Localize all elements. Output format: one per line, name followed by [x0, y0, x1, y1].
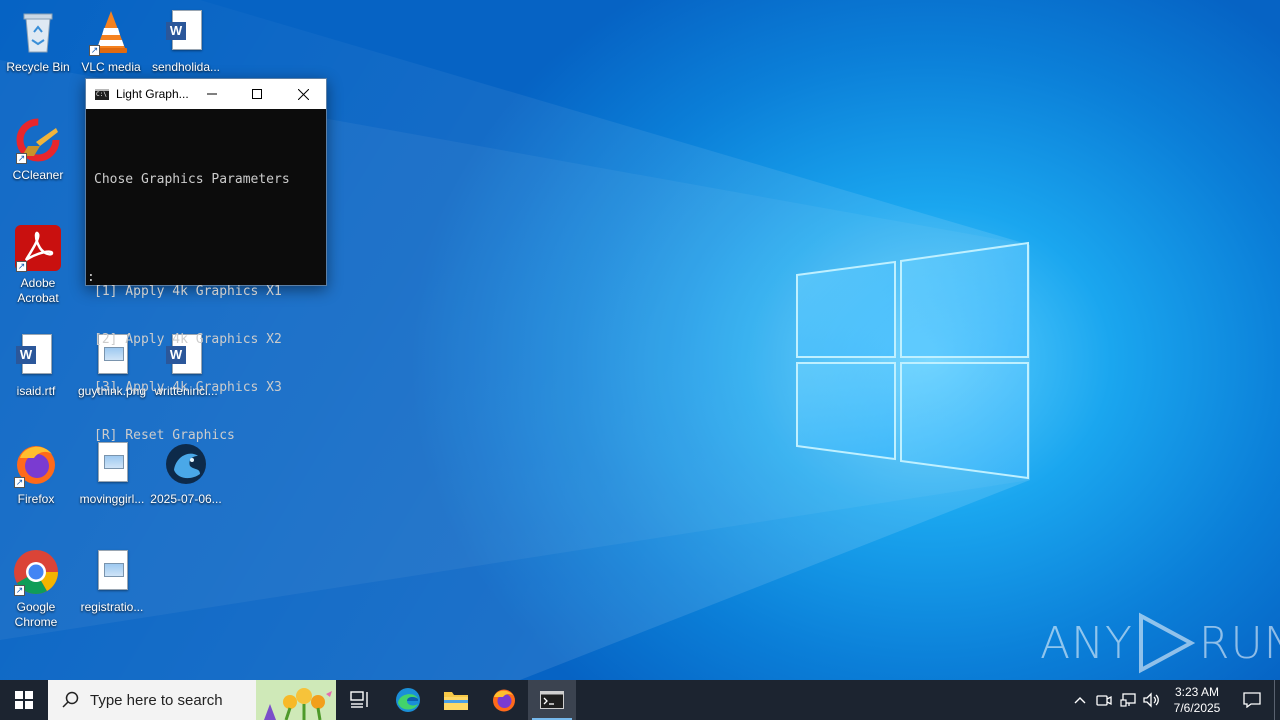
shortcut-arrow-icon: ↗	[16, 261, 27, 272]
console-output[interactable]: Chose Graphics Parameters [1] Apply 4k G…	[86, 109, 326, 443]
date-file-label: 2025-07-06...	[150, 492, 222, 506]
taskbar-file-explorer-button[interactable]	[432, 680, 480, 720]
close-icon	[297, 88, 309, 100]
camera-icon	[1096, 695, 1112, 706]
search-icon	[62, 691, 79, 708]
clock-date: 7/6/2025	[1173, 701, 1221, 715]
desktop-icon-isaid[interactable]: W isaid.rtf	[0, 332, 74, 399]
console-option-1: [1] Apply 4k Graphics X1	[94, 284, 282, 299]
shortcut-arrow-icon: ↗	[14, 477, 25, 488]
network-icon	[1120, 693, 1136, 707]
action-center-button[interactable]	[1230, 680, 1274, 720]
adobe-label: Adobe Acrobat	[17, 276, 59, 305]
maximize-icon	[252, 89, 263, 99]
clock-time: 3:23 AM	[1174, 685, 1220, 699]
taskbar-firefox-button[interactable]	[480, 680, 528, 720]
sendholiday-label: sendholida...	[151, 60, 221, 74]
console-icon	[540, 691, 564, 709]
close-button[interactable]	[280, 79, 326, 109]
console-app-icon: C:\	[95, 88, 109, 100]
image-file-icon	[88, 548, 136, 596]
edge-icon	[396, 688, 420, 712]
shortcut-arrow-icon: ↗	[89, 45, 100, 56]
desktop-icon-recycle-bin[interactable]: Recycle Bin	[0, 8, 76, 75]
maximize-button[interactable]	[234, 79, 280, 109]
desktop-icon-google-chrome[interactable]: ↗ Google Chrome	[0, 548, 74, 630]
notification-icon	[1243, 692, 1261, 708]
movinggirl-label: movinggirl...	[79, 492, 145, 506]
search-placeholder: Type here to search	[90, 691, 223, 709]
taskbar: Type here to search 3:23 AM 7/6/2025	[0, 680, 1280, 720]
desktop-icon-ccleaner[interactable]: ↗ CCleaner	[0, 116, 76, 183]
isaid-label: isaid.rtf	[16, 384, 56, 398]
speaker-icon	[1143, 692, 1159, 708]
desktop-icon-adobe-acrobat[interactable]: ↗ Adobe Acrobat	[0, 224, 76, 306]
vlc-cone-icon: ↗	[87, 8, 135, 56]
show-desktop-button[interactable]	[1274, 680, 1280, 720]
taskbar-clock[interactable]: 3:23 AM 7/6/2025	[1164, 684, 1230, 716]
chrome-icon: ↗	[12, 548, 60, 596]
meet-now-button[interactable]	[1092, 680, 1116, 720]
console-option-3: [3] Apply 4k Graphics X3	[94, 380, 282, 395]
console-prompt: :	[87, 270, 95, 285]
taskbar-edge-button[interactable]	[384, 680, 432, 720]
console-titlebar[interactable]: C:\ Light Graph...	[86, 79, 326, 109]
chrome-label: Google Chrome	[14, 600, 58, 629]
start-button[interactable]	[0, 680, 48, 720]
word-document-icon: W	[162, 8, 210, 56]
play-triangle-icon	[1138, 612, 1196, 674]
minimize-button[interactable]	[189, 79, 235, 109]
firefox-label: Firefox	[17, 492, 55, 506]
ccleaner-label: CCleaner	[12, 168, 64, 182]
firefox-icon: ↗	[12, 440, 60, 488]
windows-logo-icon	[15, 691, 33, 709]
folder-icon	[444, 692, 468, 710]
word-document-icon: W	[12, 332, 60, 380]
console-title: Light Graph...	[115, 87, 189, 101]
task-view-button[interactable]	[336, 680, 384, 720]
taskbar-console-button[interactable]	[528, 680, 576, 720]
shortcut-arrow-icon: ↗	[14, 585, 25, 596]
watermark-left-text: ANY	[1040, 617, 1133, 669]
firefox-icon	[493, 689, 515, 712]
recycle-bin-icon	[14, 8, 62, 56]
console-option-2: [2] Apply 4k Graphics X2	[94, 332, 282, 347]
vlc-label: VLC media	[81, 60, 141, 74]
show-hidden-icons-button[interactable]	[1068, 680, 1092, 720]
system-tray: 3:23 AM 7/6/2025	[1068, 680, 1280, 720]
registration-label: registratio...	[80, 600, 144, 614]
taskbar-search-box[interactable]: Type here to search	[48, 680, 336, 720]
chevron-up-icon	[1074, 697, 1086, 704]
shortcut-arrow-icon: ↗	[16, 153, 27, 164]
desktop-icon-vlc[interactable]: ↗ VLC media	[73, 8, 149, 75]
minimize-icon	[206, 93, 217, 95]
anyrun-watermark: ANY RUN	[1040, 612, 1280, 674]
desktop-icon-firefox[interactable]: ↗ Firefox	[0, 440, 74, 507]
console-header-line: Chose Graphics Parameters	[94, 172, 290, 187]
console-window[interactable]: C:\ Light Graph... Chose Graphics Parame…	[85, 78, 327, 443]
volume-button[interactable]	[1140, 680, 1164, 720]
desktop-icon-sendholiday[interactable]: W sendholida...	[148, 8, 224, 75]
adobe-acrobat-icon: ↗	[14, 224, 62, 272]
ccleaner-icon: ↗	[14, 116, 62, 164]
console-option-r: [R] Reset Graphics	[94, 428, 235, 443]
desktop-icon-registration[interactable]: registratio...	[74, 548, 150, 615]
recycle-bin-label: Recycle Bin	[6, 60, 70, 74]
watermark-right-text: RUN	[1198, 617, 1280, 669]
network-button[interactable]	[1116, 680, 1140, 720]
search-highlight-flowers-icon	[256, 680, 336, 720]
task-view-icon	[350, 691, 368, 708]
